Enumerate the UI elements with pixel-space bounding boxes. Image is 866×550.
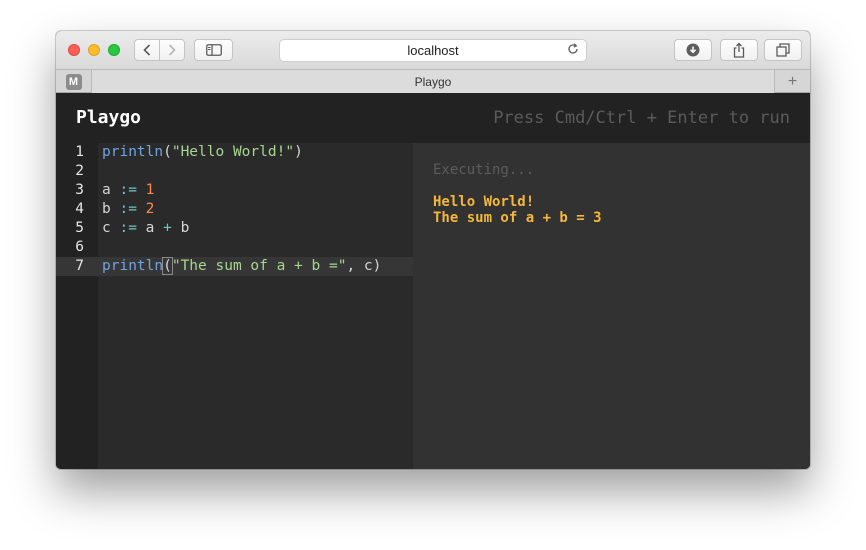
code-token: a <box>145 220 155 236</box>
code-text: b := 2 <box>102 200 154 219</box>
share-button[interactable] <box>720 39 758 61</box>
minimize-window-button[interactable] <box>88 44 100 56</box>
line-number: 4 <box>75 201 84 217</box>
code-token: := <box>119 220 137 236</box>
tabs-overview-icon <box>776 43 790 57</box>
tab-overview-button[interactable] <box>764 39 802 61</box>
plus-icon: + <box>787 72 798 90</box>
code-token: ( <box>163 144 172 160</box>
code-token: 1 <box>145 182 155 198</box>
browser-toolbar: localhost <box>56 31 810 69</box>
code-token: b <box>180 220 190 236</box>
code-text: c := a + b <box>102 219 189 238</box>
code-token: println <box>102 144 164 160</box>
forward-button[interactable] <box>159 39 185 61</box>
code-text: println("Hello World!") <box>102 143 303 162</box>
code-token: , c) <box>346 258 382 274</box>
code-token: println <box>102 258 164 274</box>
code-token: c <box>102 220 111 236</box>
code-text: a := 1 <box>102 181 154 200</box>
line-number: 2 <box>75 163 84 179</box>
code-token: "The sum of a + b =" <box>171 258 347 274</box>
line-number: 5 <box>75 220 84 236</box>
sidebar-icon <box>205 44 222 56</box>
tab-bar: M Playgo + <box>56 69 810 93</box>
code-editor[interactable]: 1 println("Hello World!") 2 3 a := 1 4 b… <box>56 143 413 469</box>
new-tab-button[interactable]: + <box>774 70 810 93</box>
code-token: 2 <box>145 201 155 217</box>
code-line[interactable]: 2 <box>56 162 413 181</box>
code-token: ) <box>294 144 303 160</box>
app-header: Playgo Press Cmd/Ctrl + Enter to run <box>56 93 810 143</box>
code-line[interactable]: 3 a := 1 <box>56 181 413 200</box>
download-icon <box>686 43 700 57</box>
address-bar[interactable]: localhost <box>279 39 587 62</box>
line-number: 1 <box>75 144 84 160</box>
pinned-tab-icon: M <box>65 73 82 90</box>
sidebar-toggle-button[interactable] <box>194 39 233 61</box>
output-panel: Executing... Hello World! The sum of a +… <box>413 143 810 469</box>
matching-bracket: ( <box>162 257 173 275</box>
browser-window: localhost M Playgo + Playgo Press Cmd/Ct… <box>56 31 810 469</box>
downloads-button[interactable] <box>674 39 712 61</box>
chevron-left-icon <box>143 44 151 56</box>
code-token: := <box>119 201 137 217</box>
share-icon <box>733 42 745 58</box>
tab-title: Playgo <box>414 74 452 89</box>
output-line: Hello World! <box>433 194 535 210</box>
code-token: b <box>102 201 111 217</box>
execution-status: Executing... <box>433 162 535 178</box>
zoom-window-button[interactable] <box>108 44 120 56</box>
code-token: "Hello World!" <box>171 144 295 160</box>
code-line[interactable]: 5 c := a + b <box>56 219 413 238</box>
code-token: + <box>163 220 172 236</box>
address-text: localhost <box>407 43 459 58</box>
line-number: 3 <box>75 182 84 198</box>
reload-icon[interactable] <box>566 42 580 59</box>
output-line: The sum of a + b = 3 <box>433 210 602 226</box>
app-title: Playgo <box>76 107 142 128</box>
code-token: a <box>102 182 111 198</box>
code-line-active[interactable]: 7 println("The sum of a + b =", c) <box>56 257 413 276</box>
run-hint: Press Cmd/Ctrl + Enter to run <box>493 108 790 128</box>
code-line[interactable]: 4 b := 2 <box>56 200 413 219</box>
pinned-tab[interactable]: M <box>56 70 92 93</box>
line-number: 7 <box>75 258 84 274</box>
code-text: println("The sum of a + b =", c) <box>102 257 381 276</box>
back-button[interactable] <box>134 39 160 61</box>
code-line[interactable]: 1 println("Hello World!") <box>56 143 413 162</box>
tab-playgo[interactable]: Playgo <box>92 70 774 93</box>
code-token: := <box>119 182 137 198</box>
code-line[interactable]: 6 <box>56 238 413 257</box>
line-number: 6 <box>75 239 84 255</box>
close-window-button[interactable] <box>68 44 80 56</box>
chevron-right-icon <box>168 44 176 56</box>
